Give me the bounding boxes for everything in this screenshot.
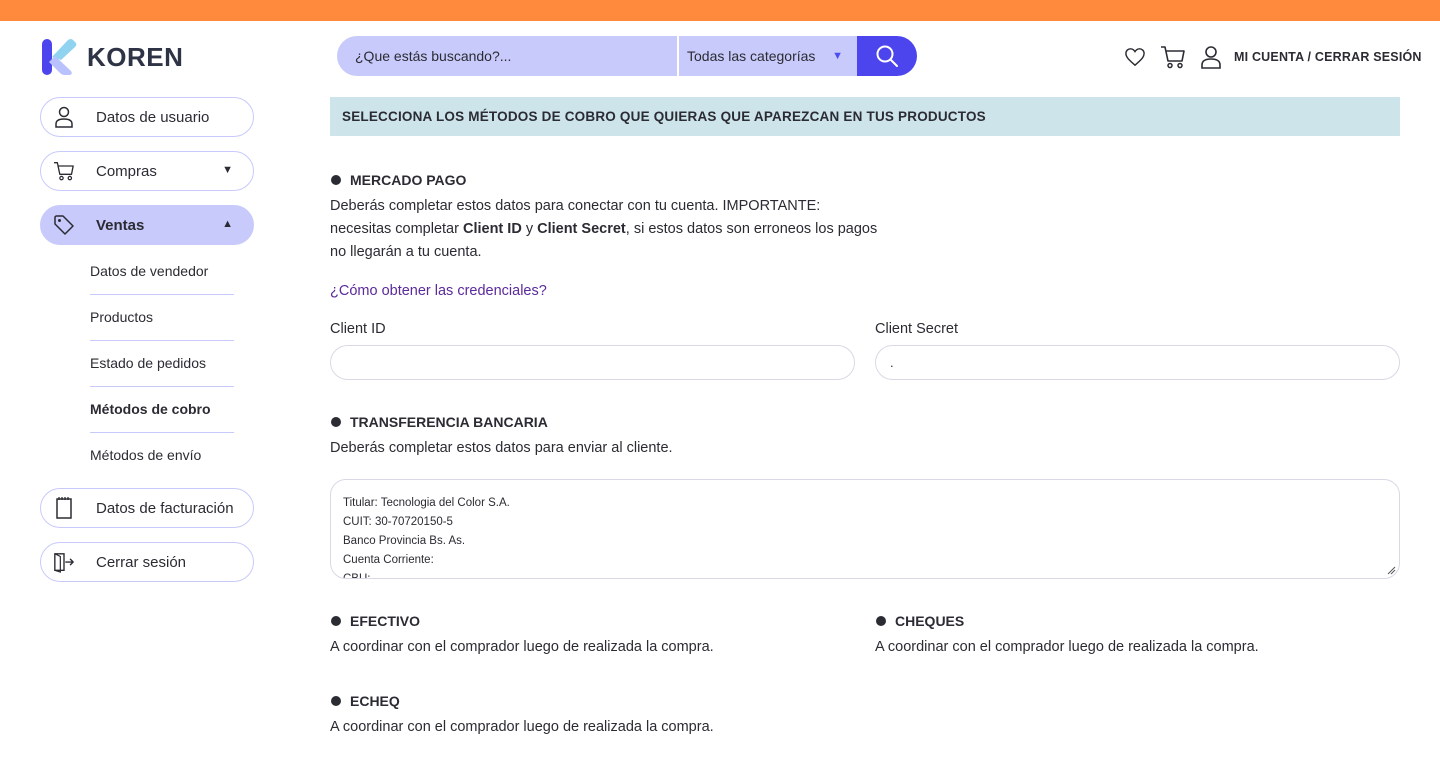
divider [90, 294, 234, 295]
divider [90, 340, 234, 341]
cheques-description: A coordinar con el comprador luego de re… [875, 639, 1259, 655]
section-title-text: EFECTIVO [350, 613, 421, 629]
client-secret-label: Client Secret [875, 321, 959, 337]
invoice-icon [53, 497, 75, 519]
desc-line: Deberás completar estos datos para conec… [330, 198, 821, 214]
section-title-mercado-pago: MERCADO PAGO [331, 172, 466, 188]
section-title-text: TRANSFERENCIA BANCARIA [350, 414, 548, 430]
bullet-icon [876, 616, 886, 626]
search-input[interactable] [337, 36, 677, 76]
logo[interactable]: KOREN [41, 38, 183, 76]
sidebar-subitem-seller-data[interactable]: Datos de vendedor [90, 263, 234, 279]
desc-line: no llegarán a tu cuenta. [330, 244, 482, 260]
sidebar-subitem-payment-methods[interactable]: Métodos de cobro [90, 401, 234, 417]
divider [90, 432, 234, 433]
user-icon [53, 106, 75, 128]
cart-icon [1161, 46, 1185, 69]
chevron-up-icon: ▲ [222, 218, 233, 230]
section-title-cheques: CHEQUES [876, 613, 964, 629]
chevron-down-icon: ▼ [222, 164, 233, 176]
divider [90, 386, 234, 387]
bank-line: CBU: [343, 573, 371, 579]
sidebar-item-label: Datos de usuario [96, 109, 210, 126]
tag-icon [53, 214, 75, 236]
search-bar: Todas las categorías ▼ [337, 36, 917, 76]
sidebar-item-label: Compras [96, 163, 157, 180]
search-button[interactable] [857, 36, 917, 76]
cart-button[interactable] [1160, 44, 1186, 70]
cash-description: A coordinar con el comprador luego de re… [330, 639, 714, 655]
account-logout-link[interactable]: MI CUENTA / CERRAR SESIÓN [1234, 50, 1422, 64]
bank-line: CUIT: 30-70720150-5 [343, 516, 453, 528]
desc-text: y [521, 221, 538, 237]
logout-icon [53, 551, 75, 573]
client-id-label: Client ID [330, 321, 386, 337]
koren-logo-icon [42, 39, 77, 75]
bank-transfer-description: Deberás completar estos datos para envia… [330, 440, 673, 456]
section-title-text: CHEQUES [895, 613, 965, 629]
bank-line: Banco Provincia Bs. As. [343, 535, 466, 547]
bank-line: Titular: Tecnologia del Color S.A. [343, 497, 510, 509]
bullet-icon [331, 616, 341, 626]
desc-bold-client-id: Client ID [462, 221, 522, 237]
sidebar-item-label: Datos de facturación [96, 500, 234, 517]
bank-line: Cuenta Corriente: [343, 554, 434, 566]
category-select[interactable]: Todas las categorías ▼ [679, 36, 857, 76]
sidebar-item-sales[interactable]: Ventas ▲ [40, 205, 254, 245]
sidebar-subitem-order-status[interactable]: Estado de pedidos [90, 355, 234, 371]
wishlist-button[interactable] [1122, 44, 1148, 70]
cart-icon [53, 160, 75, 182]
account-button[interactable] [1198, 44, 1224, 70]
sidebar-item-logout[interactable]: Cerrar sesión [40, 542, 254, 582]
sidebar-item-user-data[interactable]: Datos de usuario [40, 97, 254, 137]
category-select-value: Todas las categorías [687, 48, 816, 64]
credentials-help-link[interactable]: ¿Cómo obtener las credenciales? [330, 283, 547, 299]
bank-details-textarea[interactable]: Titular: Tecnologia del Color S.A. CUIT:… [330, 479, 1400, 579]
section-title-echeq: ECHEQ [331, 693, 400, 709]
top-accent-bar [0, 0, 1440, 21]
search-icon [876, 45, 898, 67]
sidebar-item-purchases[interactable]: Compras ▼ [40, 151, 254, 191]
heart-icon [1125, 48, 1145, 67]
sidebar-subitem-shipping-methods[interactable]: Métodos de envío [90, 447, 234, 463]
chevron-down-icon: ▼ [832, 50, 843, 62]
section-title-text: ECHEQ [350, 693, 400, 709]
resize-grip-icon[interactable] [1387, 566, 1396, 575]
echeq-description: A coordinar con el comprador luego de re… [330, 719, 714, 735]
sidebar-item-label: Cerrar sesión [96, 554, 187, 571]
section-title-bank-transfer: TRANSFERENCIA BANCARIA [331, 414, 548, 430]
sidebar-item-billing[interactable]: Datos de facturación [40, 488, 254, 528]
bullet-icon [331, 696, 341, 706]
bullet-icon [331, 417, 341, 427]
client-id-field[interactable] [330, 345, 855, 380]
mercado-pago-description: Deberás completar estos datos para conec… [330, 195, 890, 264]
client-secret-field[interactable] [875, 345, 1400, 380]
brand-name: KOREN [87, 41, 184, 72]
desc-text: , si estos datos son erroneos los pagos [625, 221, 878, 237]
bullet-icon [331, 175, 341, 185]
desc-bold-client-secret: Client Secret [537, 221, 626, 237]
desc-line: necesitas completar Client ID y Client S… [330, 218, 890, 241]
sidebar-item-label: Ventas [96, 217, 145, 234]
sidebar-subitem-products[interactable]: Productos [90, 309, 234, 325]
section-title-text: MERCADO PAGO [350, 172, 467, 188]
user-icon [1201, 46, 1221, 69]
section-title-cash: EFECTIVO [331, 613, 420, 629]
page-title-banner: SELECCIONA LOS MÉTODOS DE COBRO QUE QUIE… [330, 97, 1400, 136]
desc-text: necesitas completar [330, 221, 463, 237]
